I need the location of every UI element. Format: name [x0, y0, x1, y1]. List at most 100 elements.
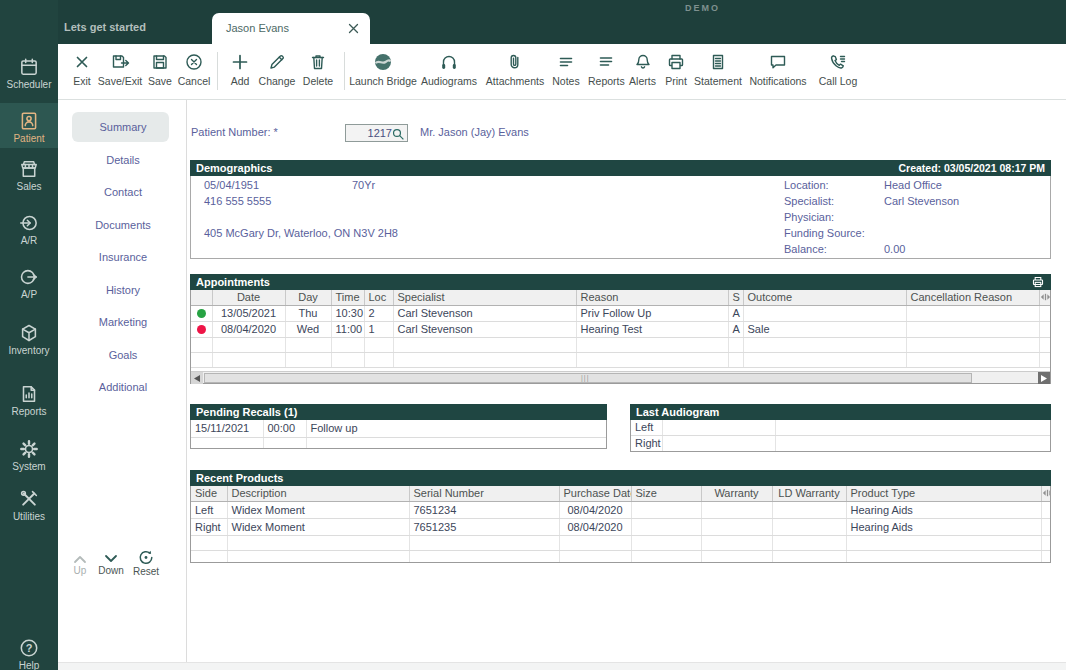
col-size: Size — [631, 486, 701, 502]
nav-item-history[interactable]: History — [60, 274, 186, 306]
add-button[interactable]: Add — [224, 52, 256, 96]
dob-value: 05/04/1951 — [204, 179, 259, 191]
specialist-value: Carl Stevenson — [884, 195, 959, 207]
sidebar-item-ap[interactable]: A/P — [0, 266, 58, 300]
sidebar-item-system[interactable]: System — [0, 438, 58, 472]
recall-row-empty — [191, 437, 606, 449]
nav-item-details[interactable]: Details — [60, 144, 186, 176]
sidebar-item-help[interactable]: ? Help — [0, 637, 58, 670]
nav-divider — [186, 100, 187, 662]
print-button[interactable]: Print — [661, 52, 691, 96]
demographics-header: Demographics Created: 03/05/2021 08:17 P… — [190, 160, 1051, 176]
nav-down-button[interactable]: Down — [96, 554, 126, 576]
scroll-right-arrow[interactable] — [1038, 372, 1050, 384]
product-row-empty — [191, 536, 1051, 551]
save-exit-button[interactable]: Save/Exit — [92, 52, 148, 96]
report-lines-icon — [596, 52, 616, 72]
appointments-header: Appointments — [190, 274, 1051, 290]
trash-icon — [308, 52, 328, 72]
col-description: Description — [227, 486, 409, 502]
scroll-left-arrow[interactable] — [191, 372, 203, 384]
cancel-button[interactable]: Cancel — [172, 52, 216, 96]
appointment-row-empty — [191, 353, 1050, 368]
report-document-icon — [0, 383, 58, 405]
nav-item-contact[interactable]: Contact — [60, 176, 186, 208]
change-button[interactable]: Change — [253, 52, 301, 96]
sidebar-item-reports[interactable]: Reports — [0, 383, 58, 417]
delete-button[interactable]: Delete — [297, 52, 339, 96]
scrollbar-thumb[interactable]: ||| — [204, 373, 972, 383]
search-icon[interactable] — [391, 127, 406, 142]
sidebar-item-ar[interactable]: A/R — [0, 212, 58, 246]
funding-source-label: Funding Source: — [784, 227, 865, 239]
reset-icon — [138, 550, 154, 565]
attachments-button[interactable]: Attachments — [481, 52, 549, 96]
notes-button[interactable]: Notes — [548, 52, 584, 96]
bottom-strip — [58, 662, 1066, 670]
recall-row[interactable]: 15/11/2021 00:00 Follow up — [191, 420, 606, 437]
column-resize-icon[interactable] — [1041, 486, 1051, 502]
top-bar — [0, 0, 1066, 44]
demo-watermark: DEMO — [685, 3, 720, 13]
phone-value: 416 555 5555 — [204, 195, 271, 207]
alerts-button[interactable]: Alerts — [629, 52, 656, 96]
patient-number-label: Patient Number: * — [191, 126, 278, 138]
store-icon — [0, 158, 58, 180]
sidebar-item-utilities[interactable]: Utilities — [0, 488, 58, 522]
launch-bridge-button[interactable]: Launch Bridge — [345, 52, 421, 96]
sidebar-item-inventory[interactable]: Inventory — [0, 322, 58, 356]
bell-icon — [633, 52, 653, 72]
nav-reset-button[interactable]: Reset — [129, 550, 163, 577]
audiograms-button[interactable]: Audiograms — [416, 52, 482, 96]
appointments-scrollbar[interactable]: ||| — [191, 371, 1050, 383]
nav-up-button[interactable]: Up — [70, 554, 90, 576]
appointment-row[interactable]: 08/04/2020 Wed 11:00 1 Carl Stevenson He… — [191, 322, 1050, 338]
nav-item-documents[interactable]: Documents — [60, 209, 186, 241]
nav-item-summary[interactable]: Summary — [60, 111, 186, 143]
location-value: Head Office — [884, 179, 942, 191]
chevron-down-icon — [104, 554, 118, 564]
last-audiogram-table: Left Right — [630, 420, 1051, 452]
tab-lets-get-started[interactable]: Lets get started — [64, 21, 146, 33]
col-reason: Reason — [576, 290, 728, 306]
add-icon — [230, 52, 250, 72]
notifications-button[interactable]: Notifications — [743, 52, 813, 96]
sidebar-item-sales[interactable]: Sales — [0, 158, 58, 192]
tab-label: Jason Evans — [226, 22, 289, 34]
appointment-row[interactable]: 13/05/2021 Thu 10:30 2 Carl Stevenson Pr… — [191, 306, 1050, 322]
sidebar-item-scheduler[interactable]: Scheduler — [0, 56, 58, 90]
arrow-out-of-circle-icon — [0, 266, 58, 288]
sidebar-item-patient[interactable]: Patient — [0, 103, 58, 148]
address-value: 405 McGary Dr, Waterloo, ON N3V 2H8 — [204, 227, 398, 239]
col-specialist: Specialist — [393, 290, 576, 306]
nav-item-goals[interactable]: Goals — [60, 339, 186, 371]
gear-icon — [0, 438, 58, 460]
nav-item-marketing[interactable]: Marketing — [60, 306, 186, 338]
tab-jason-evans[interactable]: Jason Evans — [212, 13, 370, 44]
arrow-into-circle-icon — [0, 212, 58, 234]
reports-button[interactable]: Reports — [588, 52, 624, 96]
column-resize-icon[interactable] — [1039, 290, 1050, 306]
product-row[interactable]: Left Widex Moment 7651234 08/04/2020 Hea… — [191, 502, 1051, 519]
call-log-button[interactable]: Call Log — [815, 52, 861, 96]
patient-number-input[interactable]: 1217 — [345, 124, 408, 142]
nav-item-additional[interactable]: Additional — [60, 371, 186, 403]
product-row[interactable]: Right Widex Moment 7651235 08/04/2020 He… — [191, 519, 1051, 536]
statement-button[interactable]: Statement — [689, 52, 747, 96]
balance-value: 0.00 — [884, 243, 905, 255]
col-time: Time — [331, 290, 364, 306]
audiogram-row: Right — [631, 436, 1050, 452]
status-dot-red — [197, 325, 206, 334]
tools-icon — [0, 488, 58, 510]
nav-item-insurance[interactable]: Insurance — [60, 241, 186, 273]
col-ld-warranty: LD Warranty — [772, 486, 846, 502]
printer-icon — [666, 52, 686, 72]
close-tab-icon[interactable] — [348, 23, 359, 34]
location-label: Location: — [784, 179, 829, 191]
col-date: Date — [212, 290, 285, 306]
appointments-table: Date Day Time Loc Specialist Reason S Ou… — [190, 290, 1051, 384]
physician-label: Physician: — [784, 211, 834, 223]
status-dot-green — [197, 309, 206, 318]
audiogram-row: Left — [631, 420, 1050, 436]
col-serial-number: Serial Number — [409, 486, 559, 502]
